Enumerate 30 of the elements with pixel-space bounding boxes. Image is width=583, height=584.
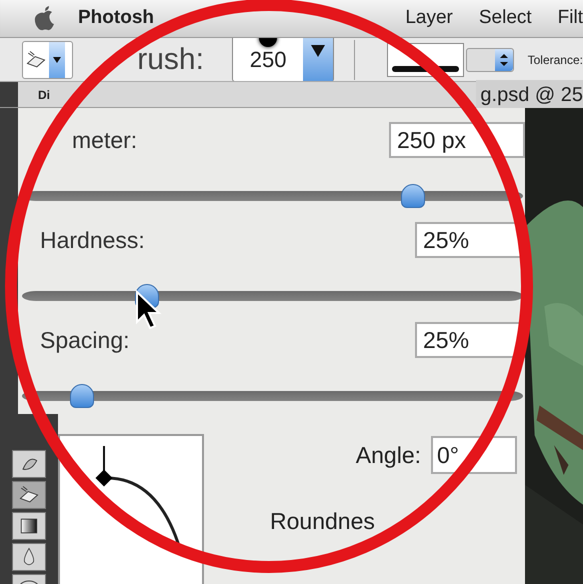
menu-item[interactable]: Photosh xyxy=(78,4,154,33)
tolerance-label: Tolerance: xyxy=(528,52,583,68)
tool-button[interactable] xyxy=(12,543,46,571)
caret-icon xyxy=(53,56,61,64)
tool-button[interactable] xyxy=(12,512,46,540)
document-title: g.psd @ 25 xyxy=(476,80,583,110)
stepper-icon xyxy=(500,54,508,66)
apple-logo-icon[interactable] xyxy=(32,6,56,32)
setting-label: Spacing: xyxy=(40,326,130,355)
menu-item[interactable]: Layer xyxy=(405,4,453,33)
tool-button[interactable] xyxy=(12,481,46,509)
menu-item[interactable]: Select xyxy=(478,4,532,33)
tool-preset-picker[interactable] xyxy=(22,40,74,78)
brush-picker[interactable]: 250 xyxy=(232,38,334,81)
roundness-label: Roundnes xyxy=(270,507,375,536)
tool-button[interactable] xyxy=(12,450,46,478)
setting-label: meter: xyxy=(72,126,138,155)
slider-thumb[interactable] xyxy=(400,184,425,208)
value-field[interactable]: 250 px xyxy=(389,122,525,158)
angle-label: Angle: xyxy=(356,440,421,470)
value-field[interactable]: 25% xyxy=(415,322,525,358)
slider-thumb[interactable] xyxy=(70,384,94,408)
brush-label: rush: xyxy=(137,42,204,78)
mode-select[interactable] xyxy=(466,48,514,72)
caret-icon xyxy=(311,44,326,58)
brush-size: 250 xyxy=(250,47,287,73)
panel-tab[interactable]: Di xyxy=(38,86,50,104)
menu-item[interactable]: Filt xyxy=(558,4,583,33)
setting-label: Hardness: xyxy=(40,226,145,255)
cursor-icon xyxy=(135,290,163,332)
